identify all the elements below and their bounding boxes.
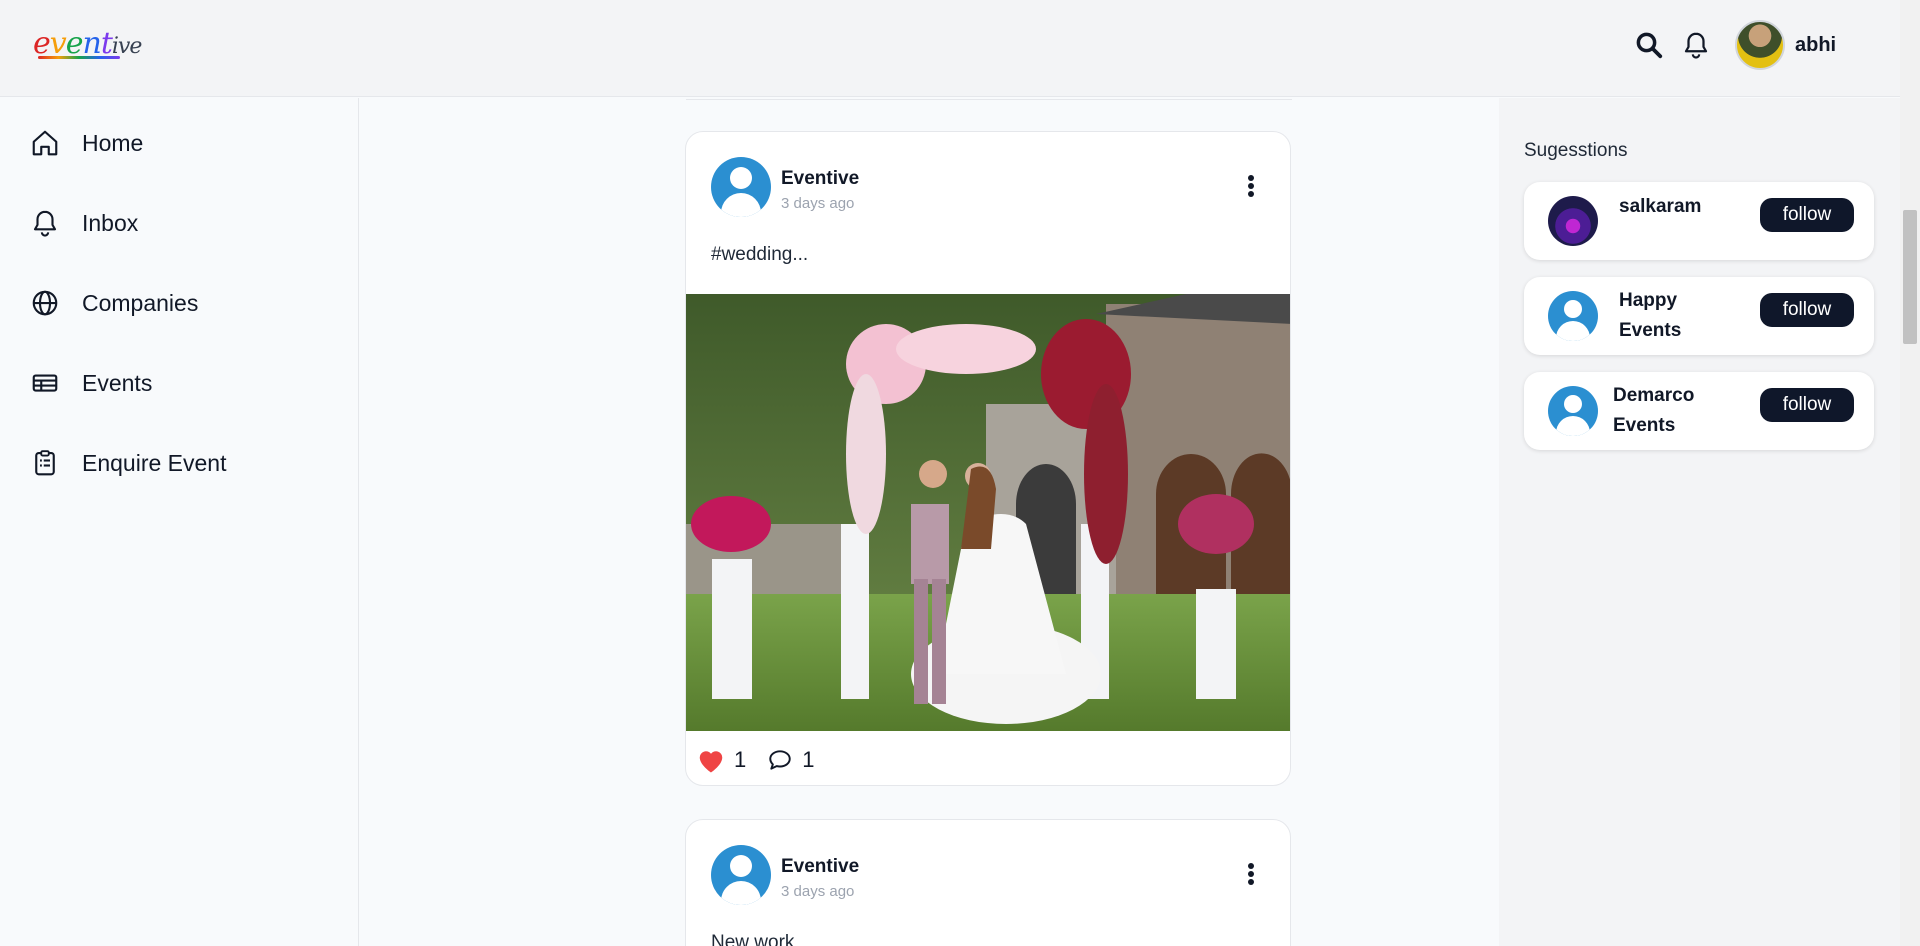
sidebar-item-label: Home xyxy=(82,129,144,156)
follow-button[interactable]: follow xyxy=(1760,388,1854,422)
suggestion-card: Happy Events follow xyxy=(1524,277,1874,355)
top-header: eventive abhi xyxy=(0,0,1900,97)
previous-post-edge xyxy=(686,98,1292,100)
comment-icon[interactable] xyxy=(766,747,794,773)
post-timestamp: 3 days ago xyxy=(781,195,855,212)
bell-icon[interactable] xyxy=(1681,30,1711,60)
sidebar-item-enquire-event[interactable]: Enquire Event xyxy=(30,441,330,485)
suggestion-name[interactable]: Happy Events xyxy=(1619,286,1699,346)
sidebar: Home Inbox Companies Events Enquire Even… xyxy=(0,98,359,946)
suggestions-title: Sugesstions xyxy=(1524,140,1628,161)
post-author-avatar[interactable] xyxy=(711,157,771,217)
post-caption[interactable]: New work xyxy=(711,932,794,946)
suggestion-avatar[interactable] xyxy=(1548,291,1598,341)
post-card: Eventive 3 days ago #wedding... 1 1 xyxy=(685,131,1291,786)
post-author-name[interactable]: Eventive xyxy=(781,856,859,878)
logo-underline xyxy=(38,56,120,59)
sidebar-item-label: Enquire Event xyxy=(82,449,227,476)
page-scrollbar[interactable] xyxy=(1900,0,1920,946)
sidebar-item-label: Companies xyxy=(82,289,199,316)
sidebar-item-label: Events xyxy=(82,369,153,396)
post-actions: 1 1 xyxy=(696,744,835,776)
more-options-icon[interactable] xyxy=(1241,175,1261,201)
suggestion-card: salkaram follow xyxy=(1524,182,1874,260)
suggestion-avatar[interactable] xyxy=(1548,196,1598,246)
follow-button[interactable]: follow xyxy=(1760,198,1854,232)
sidebar-item-companies[interactable]: Companies xyxy=(30,281,330,325)
clipboard-icon xyxy=(35,450,55,476)
post-caption[interactable]: #wedding... xyxy=(711,244,808,266)
globe-icon xyxy=(32,290,58,316)
suggestion-name[interactable]: Demarco Events xyxy=(1613,381,1713,441)
sidebar-item-label: Inbox xyxy=(82,209,139,236)
search-icon[interactable] xyxy=(1634,30,1664,60)
post-author-avatar[interactable] xyxy=(711,845,771,905)
sidebar-item-home[interactable]: Home xyxy=(30,121,330,165)
header-username[interactable]: abhi xyxy=(1795,34,1836,57)
follow-button[interactable]: follow xyxy=(1760,293,1854,327)
post-author-name[interactable]: Eventive xyxy=(781,168,859,190)
user-avatar[interactable] xyxy=(1735,20,1785,70)
suggestions-panel: Sugesstions salkaram follow Happy Events… xyxy=(1499,98,1900,946)
ticket-icon xyxy=(32,374,58,392)
more-options-icon[interactable] xyxy=(1241,863,1261,889)
post-timestamp: 3 days ago xyxy=(781,883,855,900)
suggestion-name[interactable]: salkaram xyxy=(1619,192,1739,222)
suggestion-avatar[interactable] xyxy=(1548,386,1598,436)
scrollbar-thumb[interactable] xyxy=(1903,210,1917,344)
comment-count: 1 xyxy=(802,747,815,772)
heart-icon[interactable] xyxy=(696,746,726,774)
like-count: 1 xyxy=(734,747,747,772)
wedding-photo xyxy=(686,294,1290,731)
sidebar-item-inbox[interactable]: Inbox xyxy=(30,201,330,245)
suggestion-card: Demarco Events follow xyxy=(1524,372,1874,450)
post-card: Eventive 3 days ago New work xyxy=(685,819,1291,946)
sidebar-item-events[interactable]: Events xyxy=(30,361,330,405)
post-feed: Eventive 3 days ago #wedding... 1 1 Even… xyxy=(360,98,1498,946)
bell-icon xyxy=(33,210,57,237)
home-icon xyxy=(32,130,58,156)
post-image[interactable] xyxy=(686,294,1290,731)
